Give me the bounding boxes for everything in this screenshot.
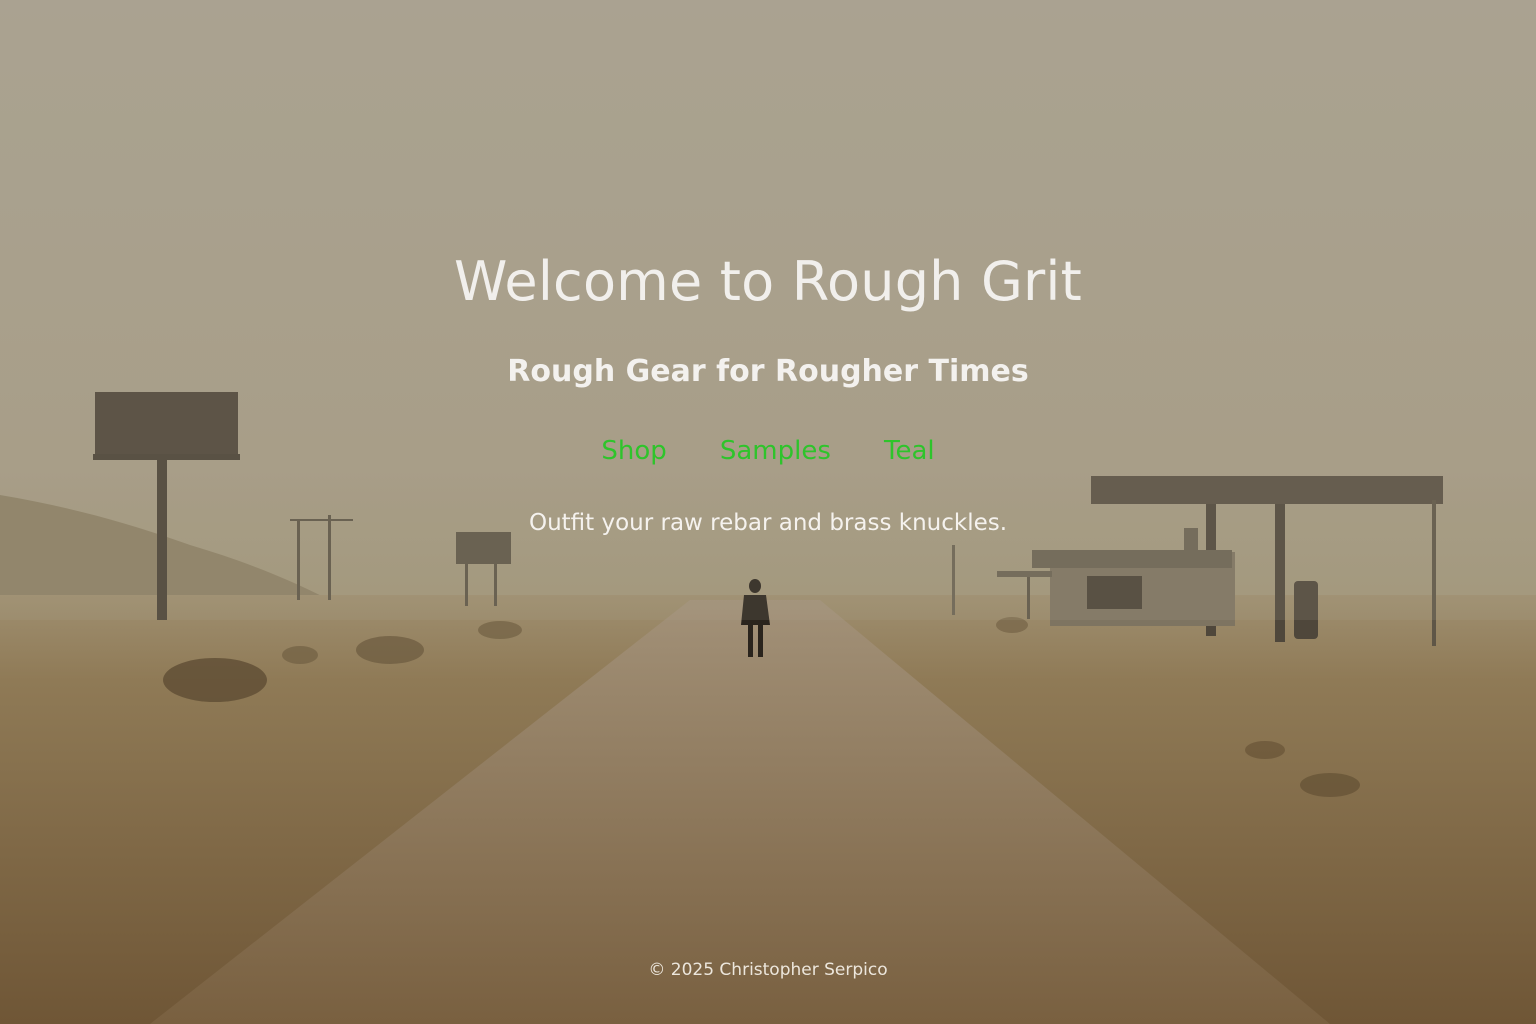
tagline: Rough Gear for Rougher Times — [507, 354, 1029, 389]
hero-blurb: Outfit your raw rebar and brass knuckles… — [528, 510, 1008, 536]
nav-link-shop[interactable]: Shop — [601, 436, 666, 466]
nav-link-teal[interactable]: Teal — [884, 436, 935, 466]
footer-copyright: © 2025 Christopher Serpico — [648, 960, 888, 980]
page-title: Welcome to Rough Grit — [454, 250, 1082, 313]
nav-link-samples[interactable]: Samples — [720, 436, 831, 466]
main-nav: Shop Samples Teal — [0, 436, 1536, 466]
